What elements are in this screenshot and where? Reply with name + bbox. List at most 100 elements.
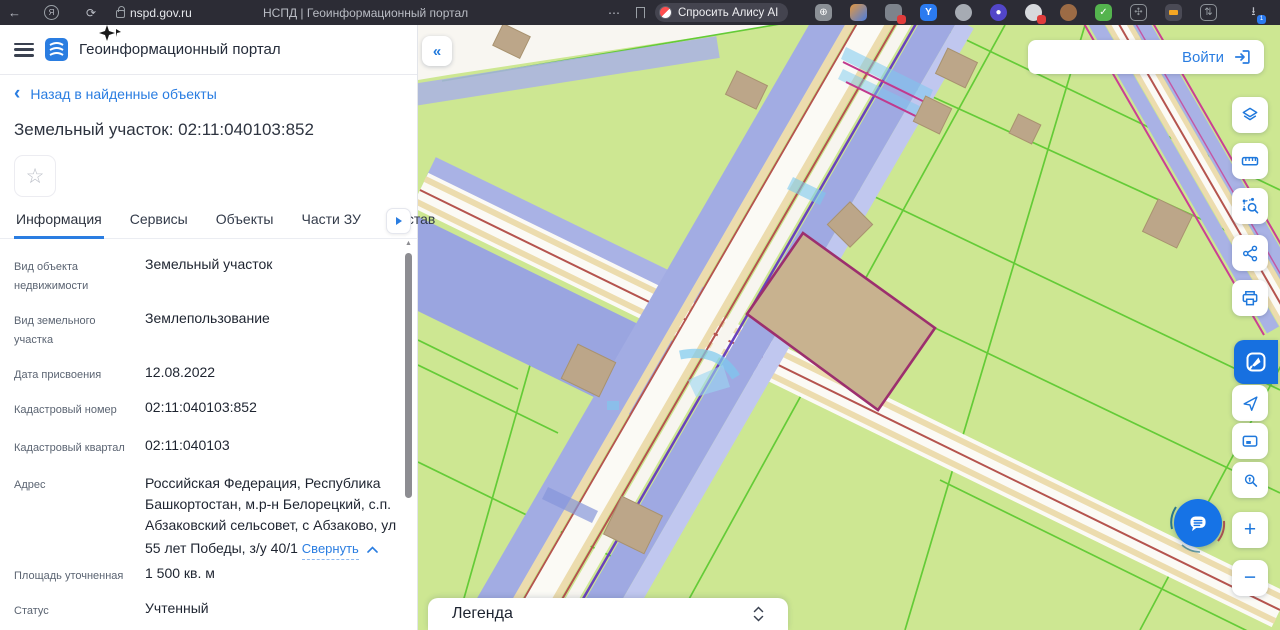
assistant-extension-icon[interactable]: ● — [990, 4, 1007, 21]
download-icon[interactable]: ⭳ 1 — [1245, 4, 1266, 24]
gestures-extension-icon[interactable]: ⇅ — [1200, 4, 1217, 21]
chevron-up-icon — [753, 606, 764, 613]
tab-bar: Информация Сервисы Объекты Части ЗУ Сост… — [0, 208, 435, 239]
draw-tool-button-active[interactable] — [1234, 340, 1278, 384]
overview-map-icon — [1242, 435, 1258, 447]
field-label: Кадастровый квартал — [14, 442, 125, 454]
tabs-scroll-right-button[interactable] — [386, 208, 411, 234]
collapse-panel-button[interactable]: « — [422, 36, 452, 66]
map-area[interactable]: « Войти + − Легенда — [418, 25, 1280, 630]
yandex-y-extension-icon[interactable]: Y — [920, 4, 937, 21]
yandex-letter: Я — [44, 5, 59, 20]
navigation-arrow-icon — [1242, 395, 1258, 411]
field-area: Площадь уточненная 1 500 кв. м — [14, 564, 399, 586]
field-label: Вид объекта недвижимости — [14, 261, 89, 292]
collapse-address-link: Свернуть — [301, 538, 359, 560]
bookmark-icon[interactable] — [636, 0, 645, 25]
chevron-up-icon — [367, 545, 378, 553]
collapse-address-control[interactable]: Свернуть — [301, 538, 378, 560]
back-chevron-icon: ‹ — [14, 83, 21, 104]
browser-back-icon[interactable]: ← — [8, 0, 21, 25]
site-badge[interactable]: nspd.gov.ru — [116, 0, 192, 25]
globe-extension-icon[interactable]: ⊕ — [815, 4, 832, 21]
field-label: Статус — [14, 605, 49, 617]
back-link-label: Назад в найденные объекты — [30, 86, 217, 102]
ruler-icon — [1241, 156, 1259, 166]
menu-icon[interactable] — [14, 42, 34, 57]
search-location-button[interactable] — [1232, 462, 1268, 498]
field-status: Статус Учтенный — [14, 599, 399, 621]
cadastral-map-canvas[interactable] — [418, 25, 1280, 630]
zoom-out-button[interactable]: − — [1232, 560, 1268, 596]
battery-extension-icon[interactable] — [1165, 4, 1182, 21]
layers-icon — [1242, 107, 1258, 121]
field-label: Площадь уточненная — [14, 570, 124, 582]
layers-button[interactable] — [1232, 97, 1268, 133]
login-button[interactable]: Войти — [1028, 40, 1264, 74]
legend-panel[interactable]: Легенда — [428, 598, 788, 630]
alice-label: Спросить Алису AI — [678, 6, 779, 19]
editor-extension-icon[interactable] — [850, 4, 867, 21]
field-label: Кадастровый номер — [14, 404, 117, 416]
search-location-icon — [1244, 473, 1257, 487]
chevron-right-icon — [395, 217, 402, 225]
security-extension-icon[interactable]: ✓ — [1095, 4, 1112, 21]
page-title: Земельный участок: 02:11:040103:852 — [14, 120, 314, 139]
weather-extension-icon[interactable] — [1025, 4, 1046, 24]
field-address: Адрес Российская Федерация, Республика Б… — [14, 473, 399, 560]
ask-alice-button[interactable]: Спросить Алису AI — [655, 3, 789, 22]
field-cadastral-number: Кадастровый номер 02:11:040103:852 — [14, 398, 399, 420]
field-cadastral-block: Кадастровый квартал 02:11:040103 — [14, 436, 399, 458]
tab-information[interactable]: Информация — [14, 208, 104, 239]
print-button[interactable] — [1232, 280, 1268, 316]
tab-title: НСПД | Геоинформационный портал — [263, 5, 469, 20]
field-assignment-date: Дата присвоения 12.08.2022 — [14, 363, 399, 385]
chevron-down-icon — [753, 615, 764, 622]
panel-scrollbar[interactable]: ▲ — [404, 240, 413, 630]
tab-parcel-parts[interactable]: Части ЗУ — [299, 208, 362, 236]
monkey-extension-icon[interactable] — [1060, 4, 1077, 21]
hat-extension-icon[interactable] — [955, 4, 972, 21]
download-badge: 1 — [1257, 15, 1266, 24]
chat-button[interactable] — [1174, 499, 1222, 547]
field-value: 12.08.2022 — [145, 364, 216, 380]
printer-icon — [1242, 291, 1258, 306]
overflow-menu-icon[interactable]: ⋯ — [608, 0, 621, 25]
tab-services[interactable]: Сервисы — [128, 208, 190, 236]
overview-map-button[interactable] — [1232, 423, 1268, 459]
back-to-results-link[interactable]: ‹ Назад в найденные объекты — [14, 83, 217, 104]
field-label: Дата присвоения — [14, 369, 102, 381]
login-icon — [1234, 50, 1250, 64]
field-label: Адрес — [14, 479, 46, 491]
field-object-kind: Вид объекта недвижимости Земельный участ… — [14, 255, 399, 296]
panel-header: Геоинформационный портал — [0, 25, 417, 75]
share-button[interactable] — [1232, 235, 1268, 271]
locate-button[interactable] — [1232, 385, 1268, 421]
yandex-browser-icon[interactable]: Я — [44, 0, 59, 25]
field-value: 02:11:040103 — [145, 437, 230, 453]
scroll-up-arrow[interactable]: ▲ — [404, 240, 413, 248]
puzzle-extensions-icon[interactable]: ✣ — [1130, 4, 1147, 21]
tab-objects[interactable]: Объекты — [214, 208, 276, 236]
scrollbar-thumb[interactable] — [405, 253, 412, 498]
field-label: Вид земельного участка — [14, 315, 96, 346]
zoom-in-button[interactable]: + — [1232, 512, 1268, 548]
sparkle-cursor-icon — [97, 23, 123, 52]
field-value: 1 500 кв. м — [145, 565, 215, 581]
polygon-search-icon — [1242, 197, 1259, 214]
draw-tool-icon — [1246, 352, 1266, 372]
field-value: Землепользование — [145, 310, 270, 326]
chat-widget — [1166, 491, 1230, 555]
chat-bubble-icon — [1190, 516, 1206, 532]
legend-collapse-control[interactable] — [753, 606, 764, 622]
field-parcel-kind: Вид земельного участка Землепользование — [14, 309, 399, 350]
lock-icon — [116, 6, 125, 18]
field-value: 02:11:040103:852 — [145, 399, 257, 415]
favorite-star-button[interactable]: ☆ — [14, 155, 56, 197]
legend-title: Легенда — [452, 605, 513, 622]
ruler-button[interactable] — [1232, 143, 1268, 179]
shield-extension-icon[interactable] — [885, 4, 906, 24]
reload-icon[interactable]: ⟳ — [86, 0, 96, 25]
attributes-list: Вид объекта недвижимости Земельный участ… — [14, 255, 399, 621]
polygon-search-button[interactable] — [1232, 188, 1268, 224]
